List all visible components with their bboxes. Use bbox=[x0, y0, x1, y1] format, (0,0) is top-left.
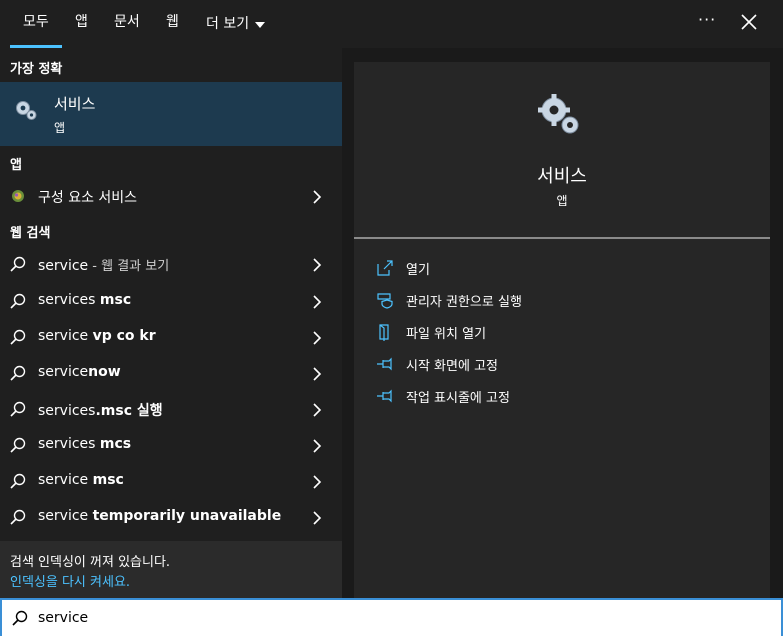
results-panel: 가장 정확 서비스 앱 앱 구성 요소 서비스 웹 검색 service - 웹… bbox=[0, 48, 342, 598]
section-apps-label: 앱 bbox=[10, 158, 22, 173]
more-horizontal-icon[interactable]: ··· bbox=[698, 10, 716, 29]
search-icon bbox=[10, 473, 26, 489]
close-icon[interactable] bbox=[737, 10, 761, 34]
search-icon bbox=[10, 293, 26, 309]
web-result-item[interactable]: service vp co kr bbox=[0, 319, 342, 355]
web-result-text: servicenow bbox=[38, 364, 121, 380]
search-icon bbox=[10, 437, 26, 453]
web-result-item[interactable]: service msc bbox=[0, 463, 342, 499]
action-open-file-location[interactable]: 파일 위치 열기 bbox=[376, 320, 486, 344]
best-match-item[interactable]: 서비스 앱 bbox=[0, 82, 342, 146]
chevron-right-icon bbox=[313, 475, 322, 489]
gear-icon bbox=[16, 101, 37, 120]
detail-title: 서비스 bbox=[537, 166, 587, 187]
tab-more-label: 더 보기 bbox=[206, 16, 250, 32]
web-result-item[interactable]: servicenow bbox=[0, 355, 342, 391]
web-result-item[interactable]: services mcs bbox=[0, 427, 342, 463]
filter-tab-bar: 모두 앱 문서 웹 더 보기 ··· bbox=[0, 0, 783, 48]
search-input[interactable] bbox=[38, 606, 638, 630]
action-open-label: 열기 bbox=[406, 262, 430, 278]
action-pin-to-taskbar-label: 작업 표시줄에 고정 bbox=[406, 390, 510, 406]
web-result-text: service - 웹 결과 보기 bbox=[38, 258, 170, 274]
chevron-right-icon bbox=[313, 403, 322, 417]
search-icon bbox=[10, 401, 26, 417]
chevron-right-icon bbox=[313, 367, 322, 381]
section-web-search-label: 웹 검색 bbox=[10, 226, 51, 241]
shield-icon bbox=[377, 293, 393, 309]
action-open[interactable]: 열기 bbox=[376, 256, 430, 280]
indexing-notice-text: 검색 인덱싱이 꺼져 있습니다. bbox=[10, 555, 171, 570]
best-match-title: 서비스 bbox=[54, 95, 96, 113]
search-icon bbox=[12, 610, 28, 626]
search-icon bbox=[10, 256, 26, 272]
app-item-component-services[interactable]: 구성 요소 서비스 bbox=[0, 178, 342, 214]
web-result-item[interactable]: service temporarily unavailable bbox=[0, 499, 342, 535]
gear-icon bbox=[538, 94, 579, 134]
detail-panel: 서비스 앱 열기 관리자 권한으로 실행 파일 위치 열기 시작 화면에 고정 … bbox=[354, 62, 770, 598]
tab-more-dropdown[interactable]: 더 보기 bbox=[206, 0, 266, 48]
app-item-label: 구성 요소 서비스 bbox=[38, 190, 138, 206]
tab-all[interactable]: 모두 bbox=[10, 0, 62, 48]
web-result-item[interactable]: services msc bbox=[0, 283, 342, 319]
web-result-text: service temporarily unavailable bbox=[38, 508, 282, 524]
action-pin-to-start[interactable]: 시작 화면에 고정 bbox=[376, 352, 498, 376]
search-icon bbox=[10, 509, 26, 525]
divider bbox=[354, 237, 770, 239]
web-result-text: service vp co kr bbox=[38, 328, 156, 344]
file-location-icon bbox=[379, 324, 389, 341]
chevron-right-icon bbox=[313, 295, 322, 309]
web-result-text: services mcs bbox=[38, 436, 132, 452]
pin-icon bbox=[377, 389, 392, 403]
web-result-text: service msc bbox=[38, 472, 124, 488]
chevron-down-icon bbox=[255, 22, 266, 28]
action-open-file-location-label: 파일 위치 열기 bbox=[406, 326, 487, 342]
component-services-icon bbox=[12, 190, 24, 202]
action-run-as-admin-label: 관리자 권한으로 실행 bbox=[406, 294, 522, 310]
chevron-right-icon bbox=[313, 439, 322, 453]
chevron-right-icon bbox=[313, 511, 322, 525]
search-box bbox=[0, 598, 783, 636]
chevron-right-icon bbox=[313, 331, 322, 345]
web-result-text: services msc bbox=[38, 292, 132, 308]
tab-apps[interactable]: 앱 bbox=[75, 0, 88, 48]
pin-icon bbox=[377, 357, 392, 371]
web-result-item[interactable]: services.msc 실행 bbox=[0, 391, 342, 427]
open-icon bbox=[377, 260, 393, 276]
section-best-match-label: 가장 정확 bbox=[10, 62, 63, 77]
tab-web[interactable]: 웹 bbox=[166, 0, 179, 48]
indexing-notice: 검색 인덱싱이 꺼져 있습니다. 인덱싱을 다시 켜세요. bbox=[0, 541, 342, 598]
action-pin-to-taskbar[interactable]: 작업 표시줄에 고정 bbox=[376, 384, 510, 408]
action-pin-to-start-label: 시작 화면에 고정 bbox=[406, 358, 498, 374]
web-result-item[interactable]: service - 웹 결과 보기 bbox=[0, 246, 342, 282]
detail-subtitle: 앱 bbox=[556, 194, 568, 208]
chevron-right-icon bbox=[313, 190, 322, 204]
search-icon bbox=[10, 329, 26, 345]
tab-documents[interactable]: 문서 bbox=[114, 0, 140, 48]
web-result-text: services.msc 실행 bbox=[38, 403, 163, 419]
best-match-subtitle: 앱 bbox=[54, 121, 66, 135]
chevron-right-icon bbox=[313, 258, 322, 272]
enable-indexing-link[interactable]: 인덱싱을 다시 켜세요. bbox=[10, 571, 130, 590]
search-icon bbox=[10, 365, 26, 381]
action-run-as-admin[interactable]: 관리자 권한으로 실행 bbox=[376, 288, 522, 312]
